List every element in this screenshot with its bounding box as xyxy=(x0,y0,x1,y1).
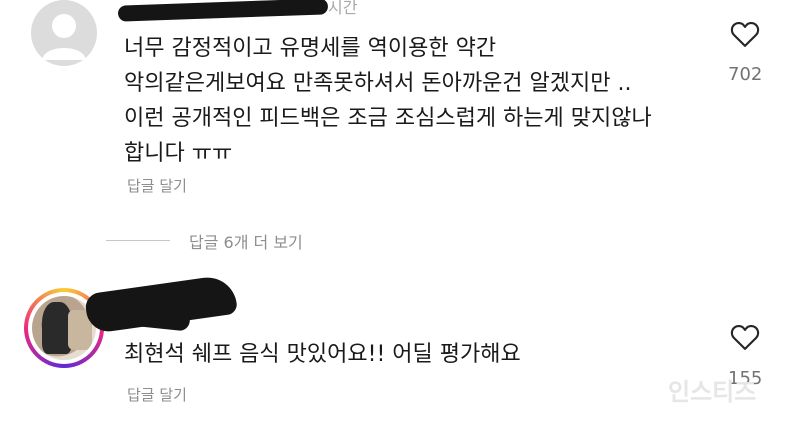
heart-outline-icon[interactable] xyxy=(730,20,760,48)
comment-line: 합니다 ㅠㅠ xyxy=(124,141,233,166)
default-avatar-icon[interactable] xyxy=(31,0,97,66)
comment-body: 너무 감정적이고 유명세를 역이용한 약간 악의같은게보여요 만족못하셔서 돈아… xyxy=(124,31,652,171)
comment-body: 최현석 쉐프 음식 맛있어요!! 어딜 평가해요 xyxy=(124,342,521,367)
comment-line: 너무 감정적이고 유명세를 역이용한 약간 xyxy=(124,36,497,61)
heart-outline-icon[interactable] xyxy=(730,323,760,351)
replies-divider xyxy=(106,240,170,241)
like-count: 702 xyxy=(728,64,763,85)
watermark: 인스티즈 xyxy=(668,378,757,406)
comment-line: 악의같은게보여요 만족못하셔서 돈아까운건 알겠지만 .. xyxy=(124,71,632,96)
comment-line: 이런 공개적인 피드백은 조금 조심스럽게 하는게 맞지않나 xyxy=(124,106,652,131)
reply-button[interactable]: 답글 달기 xyxy=(127,384,187,405)
reply-button[interactable]: 답글 달기 xyxy=(127,175,187,196)
username-redaction xyxy=(117,0,329,22)
comment-time: 시간 xyxy=(328,0,358,17)
view-more-replies-button[interactable]: 답글 6개 더 보기 xyxy=(189,229,303,253)
